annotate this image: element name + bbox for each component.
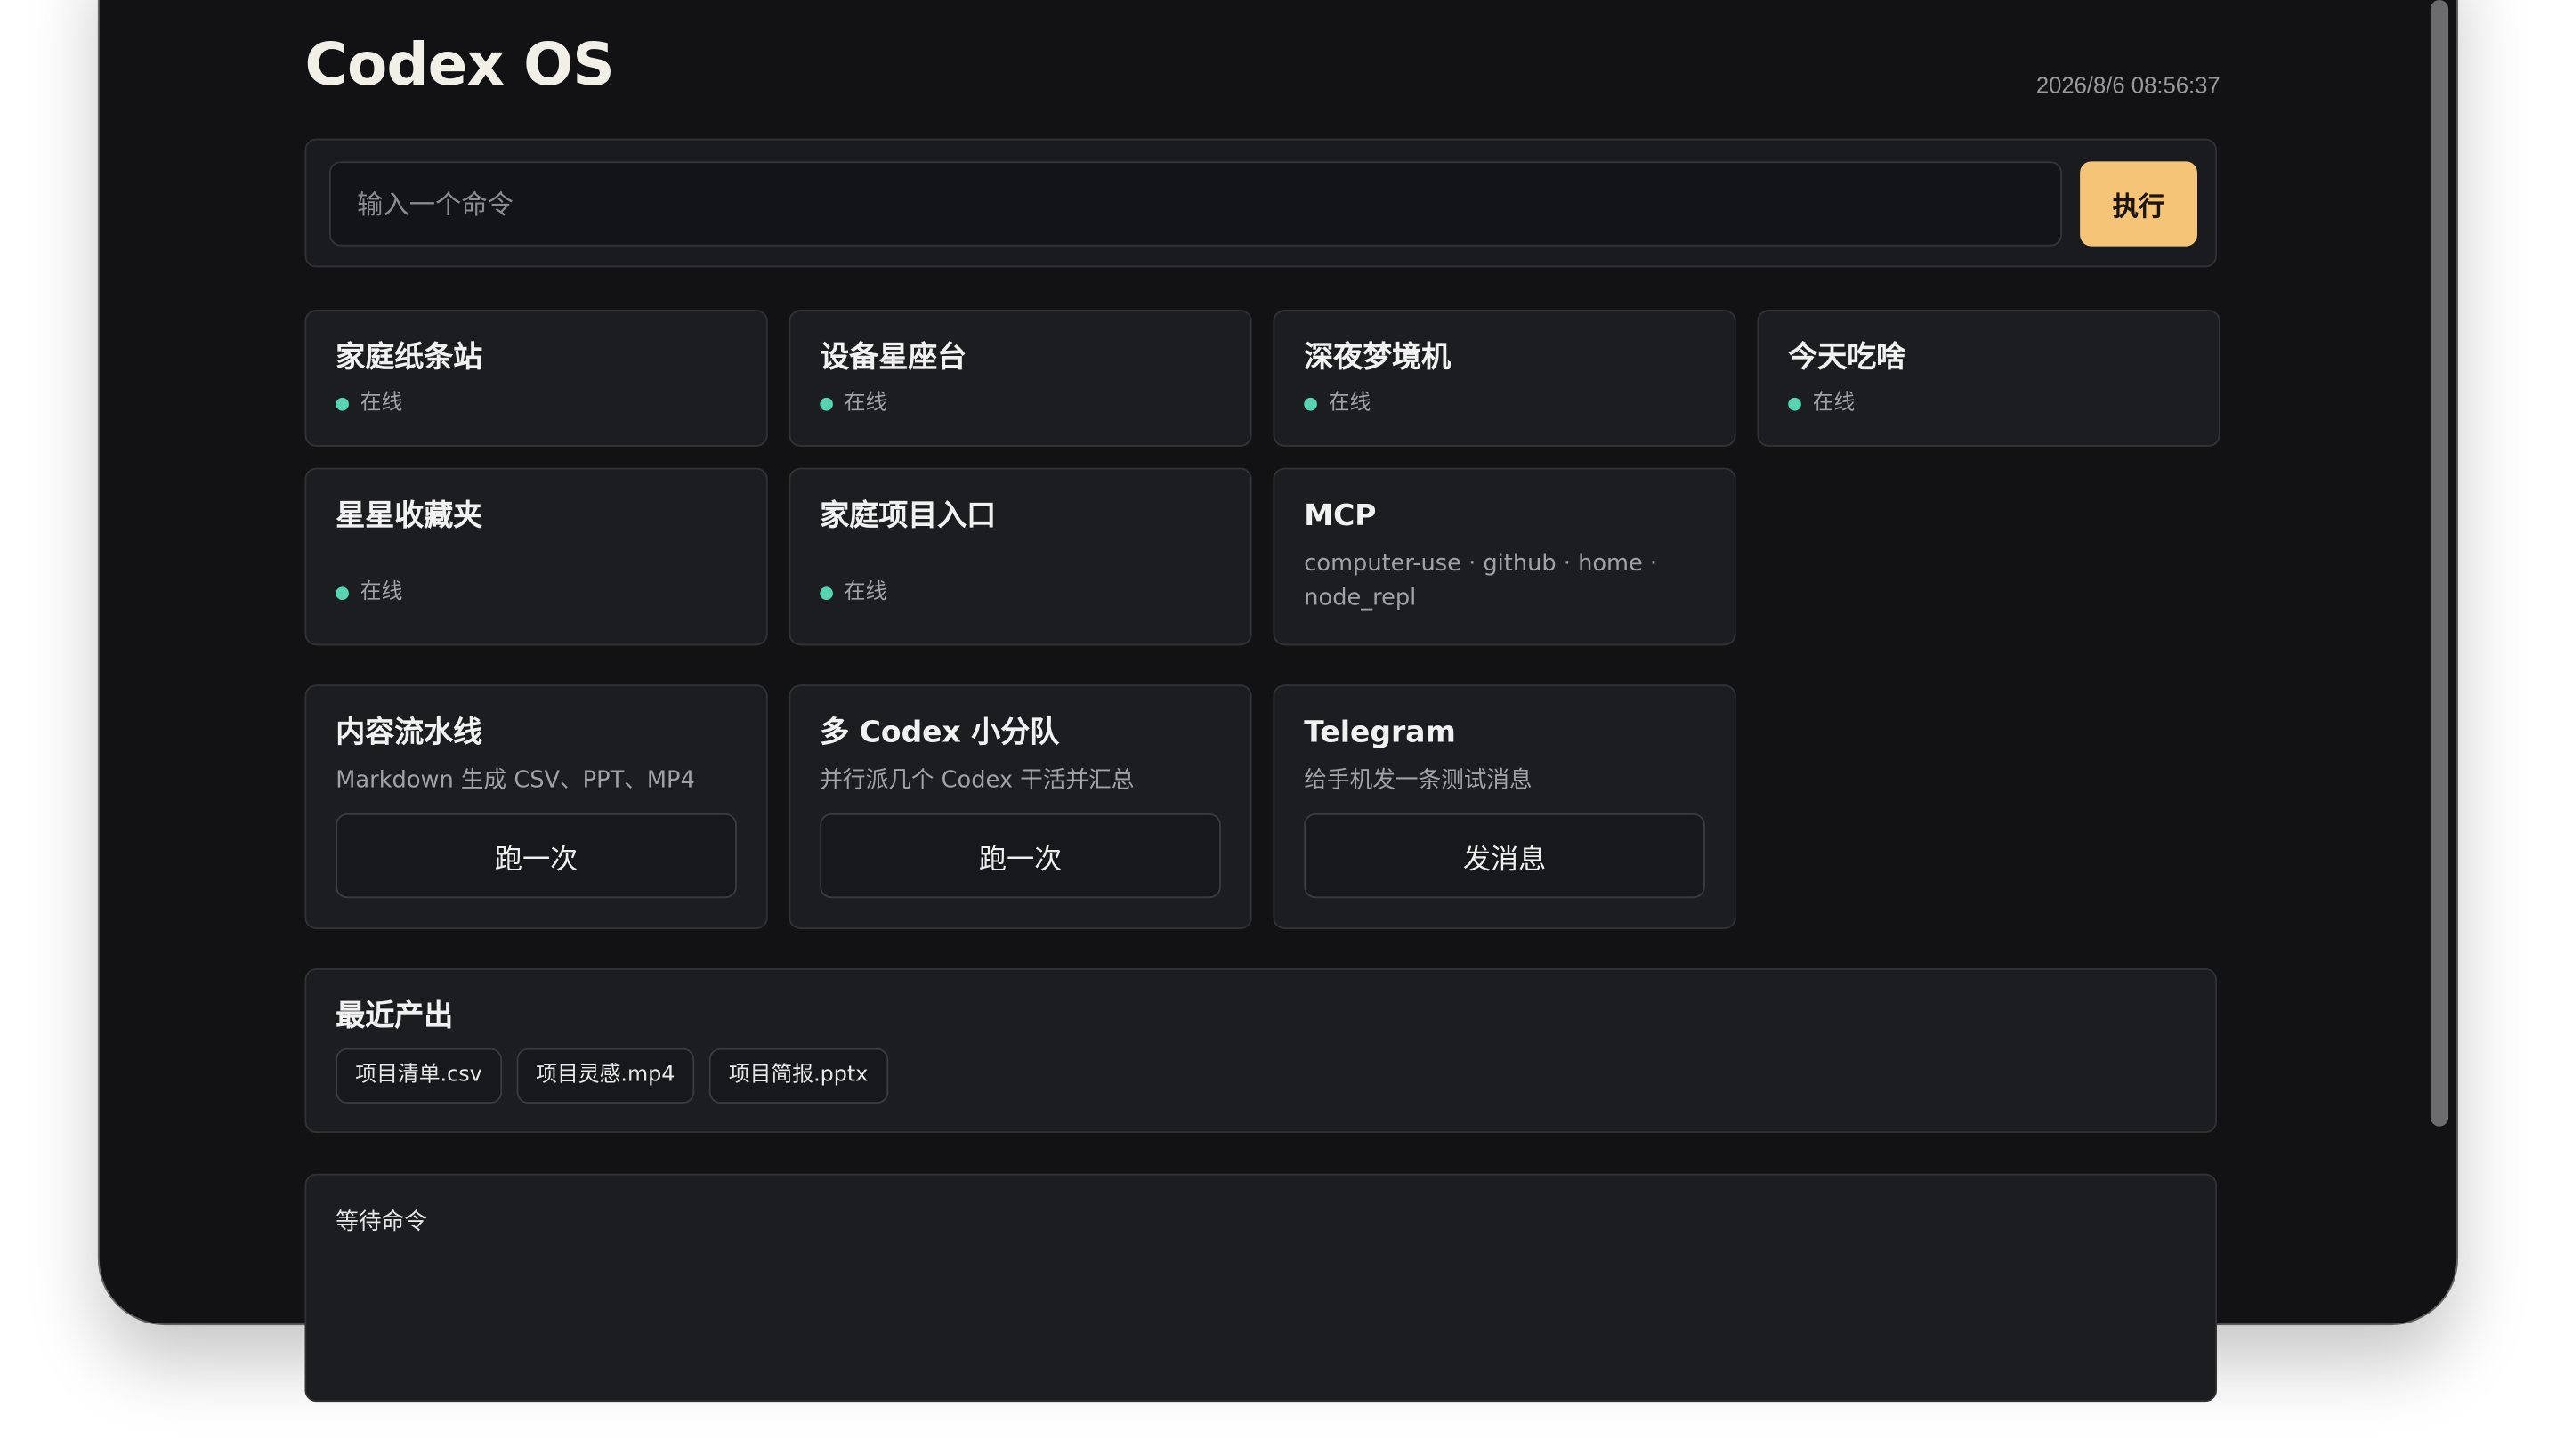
service-status-label: 在线 (844, 391, 887, 417)
app-title: Codex OS (304, 32, 615, 100)
run-command-button[interactable]: 执行 (2080, 161, 2197, 247)
service-status: 在线 (1788, 392, 1855, 417)
service-card[interactable]: 家庭项目入口 在线 (789, 467, 1252, 646)
action-card-title: Telegram (1304, 716, 1456, 750)
action-card: 内容流水线 Markdown 生成 CSV、PPT、MP4 跑一次 (304, 684, 768, 930)
mcp-card[interactable]: MCP computer-use · github · home · node_… (1273, 467, 1736, 646)
service-status: 在线 (820, 580, 886, 606)
online-status-dot-icon (820, 586, 833, 601)
output-file-chip[interactable]: 项目简报.pptx (708, 1048, 888, 1104)
command-log-panel: 等待命令 (304, 1173, 2217, 1403)
service-card-title: 深夜梦境机 (1304, 340, 1452, 376)
mcp-servers-list: computer-use · github · home · node_repl (1304, 551, 1658, 611)
online-status-dot-icon (1788, 397, 1801, 411)
service-card[interactable]: 设备星座台 在线 (789, 310, 1252, 447)
action-card-title: 多 Codex 小分队 (820, 716, 1060, 750)
service-card-title: 星星收藏夹 (336, 498, 483, 533)
recent-outputs-panel: 最近产出 项目清单.csv 项目灵感.mp4 项目简报.pptx (304, 967, 2217, 1133)
service-status: 在线 (820, 392, 886, 417)
online-status-dot-icon (1304, 397, 1317, 411)
service-status: 在线 (1304, 392, 1371, 417)
service-card[interactable]: 今天吃啥 在线 (1757, 310, 2220, 447)
service-card-title: 家庭纸条站 (336, 340, 483, 376)
service-status-label: 在线 (360, 391, 403, 417)
service-status-label: 在线 (844, 580, 887, 605)
service-card[interactable]: 深夜梦境机 在线 (1273, 310, 1736, 447)
recent-outputs-title: 最近产出 (336, 999, 454, 1034)
clock: 2026/8/6 08:56:37 (2035, 71, 2220, 98)
output-file-list: 项目清单.csv 项目灵感.mp4 项目简报.pptx (336, 1048, 888, 1104)
command-input[interactable] (328, 161, 2062, 247)
online-status-dot-icon (336, 397, 349, 411)
service-card-title: 家庭项目入口 (820, 498, 997, 533)
online-status-dot-icon (820, 397, 833, 411)
service-status: 在线 (336, 580, 402, 606)
service-card[interactable]: 家庭纸条站 在线 (304, 310, 768, 447)
output-file-chip[interactable]: 项目清单.csv (336, 1048, 502, 1104)
run-squad-button[interactable]: 跑一次 (820, 813, 1221, 899)
action-card: Telegram 给手机发一条测试消息 发消息 (1273, 684, 1736, 930)
output-file-chip[interactable]: 项目灵感.mp4 (516, 1048, 695, 1104)
online-status-dot-icon (336, 586, 349, 601)
action-card-title: 内容流水线 (336, 716, 483, 750)
command-bar: 执行 (304, 138, 2217, 268)
service-status: 在线 (336, 392, 402, 417)
command-log-text: 等待命令 (336, 1209, 427, 1236)
action-card-description: Markdown 生成 CSV、PPT、MP4 (336, 767, 695, 794)
run-pipeline-button[interactable]: 跑一次 (336, 813, 737, 899)
action-card: 多 Codex 小分队 并行派几个 Codex 干活并汇总 跑一次 (789, 684, 1252, 930)
screenshot-stage: Codex OS 2026/8/6 08:56:37 执行 家庭纸条站 在线 设… (0, 0, 2556, 1456)
service-status-label: 在线 (360, 580, 403, 605)
service-status-label: 在线 (1328, 391, 1371, 417)
action-card-description: 给手机发一条测试消息 (1304, 767, 1533, 794)
send-message-button[interactable]: 发消息 (1304, 813, 1705, 899)
mcp-card-title: MCP (1304, 498, 1377, 533)
service-status-label: 在线 (1812, 391, 1856, 417)
action-card-description: 并行派几个 Codex 干活并汇总 (820, 767, 1135, 794)
service-card[interactable]: 星星收藏夹 在线 (304, 467, 768, 646)
service-card-title: 设备星座台 (820, 340, 967, 376)
scrollbar[interactable] (2430, 0, 2449, 1127)
service-card-title: 今天吃啥 (1788, 340, 1906, 376)
